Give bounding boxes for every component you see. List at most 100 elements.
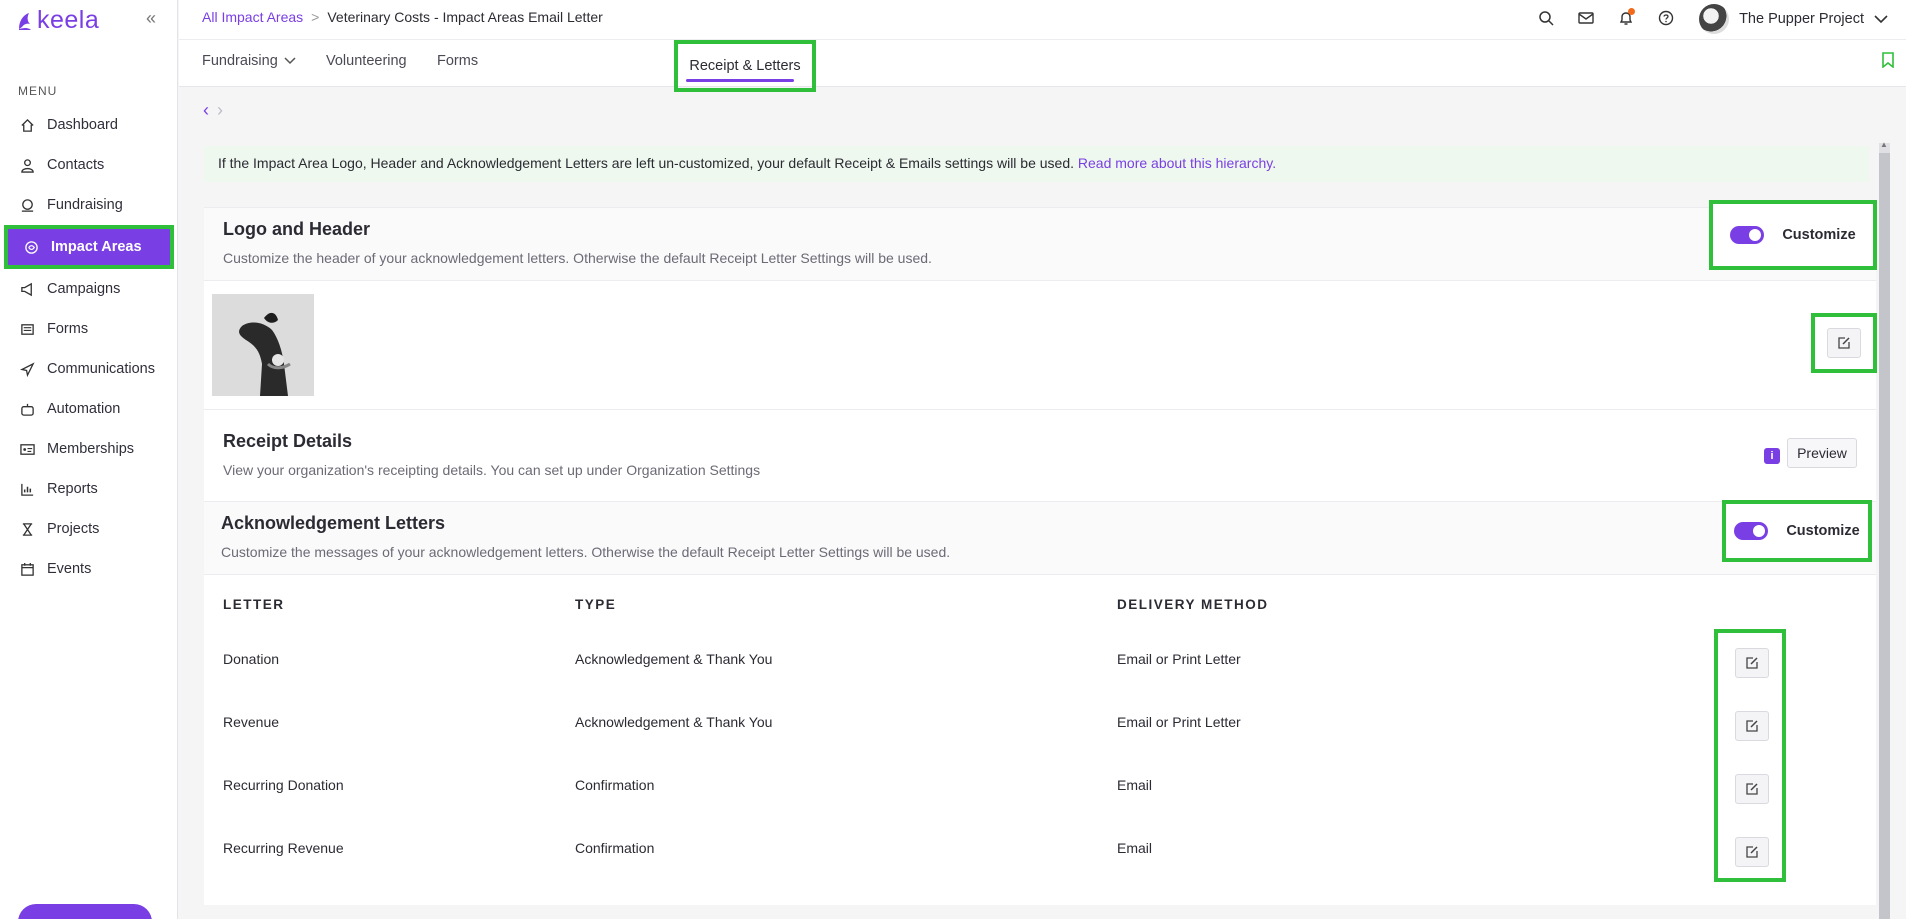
tab-volunteering[interactable]: Volunteering xyxy=(326,53,407,69)
sidebar-item-automation[interactable]: Automation xyxy=(0,389,178,429)
sidebar-item-label: Memberships xyxy=(47,441,135,457)
ack-letters-description: Customize the messages of your acknowled… xyxy=(221,544,951,560)
sidebar-item-forms[interactable]: Forms xyxy=(0,309,178,349)
edit-recurring-revenue-letter-button[interactable] xyxy=(1735,837,1769,867)
type-cell: Confirmation xyxy=(575,777,655,793)
chevron-down-icon xyxy=(284,57,296,65)
edit-icon xyxy=(1746,657,1758,669)
sidebar-item-communications[interactable]: Communications xyxy=(0,349,178,389)
info-banner-text: If the Impact Area Logo, Header and Ackn… xyxy=(218,155,1078,171)
edit-recurring-donation-letter-button[interactable] xyxy=(1735,774,1769,804)
preview-button[interactable]: Preview xyxy=(1787,438,1857,468)
info-banner: If the Impact Area Logo, Header and Ackn… xyxy=(204,146,1869,182)
logo-header-section: Logo and Header Customize the header of … xyxy=(204,207,1876,281)
edit-donation-letter-button[interactable] xyxy=(1735,648,1769,678)
letters-table xyxy=(204,575,1876,905)
bell-icon[interactable] xyxy=(1616,8,1636,28)
letter-cell: Recurring Revenue xyxy=(223,840,344,856)
chevron-right-icon[interactable]: › xyxy=(217,100,223,121)
ack-letters-customize-toggle[interactable] xyxy=(1734,522,1769,540)
sidebar-item-label: Projects xyxy=(47,521,100,537)
search-icon[interactable] xyxy=(1536,8,1556,28)
chevron-left-icon[interactable]: ‹ xyxy=(203,100,209,121)
letter-cell: Revenue xyxy=(223,714,280,730)
logo-preview-card xyxy=(204,281,1876,409)
mail-icon[interactable] xyxy=(1576,8,1596,28)
breadcrumb-parent-link[interactable]: All Impact Areas xyxy=(202,9,303,25)
delivery-cell: Email xyxy=(1117,777,1153,793)
hand-heart-icon xyxy=(24,240,39,255)
robot-icon xyxy=(20,402,35,417)
column-header-letter: LETTER xyxy=(223,597,285,612)
breadcrumb-separator: > xyxy=(311,9,320,25)
edit-icon xyxy=(1838,337,1850,349)
type-cell: Acknowledgement & Thank You xyxy=(575,714,773,730)
active-tab-underline xyxy=(686,79,794,82)
tab-fundraising[interactable]: Fundraising xyxy=(202,53,296,69)
edit-logo-button[interactable] xyxy=(1827,328,1861,358)
sidebar-item-label: Events xyxy=(47,561,92,577)
tab-fundraising-label: Fundraising xyxy=(202,53,278,69)
sidebar-item-impact-areas[interactable]: Impact Areas xyxy=(4,225,174,269)
letter-cell: Donation xyxy=(223,651,280,667)
hourglass-icon xyxy=(20,522,35,537)
receipt-details-description: View your organization's receipting deta… xyxy=(223,462,761,478)
sidebar-item-label: Campaigns xyxy=(47,281,121,297)
sidebar-item-label: Dashboard xyxy=(47,117,118,133)
breadcrumb: All Impact Areas > Veterinary Costs - Im… xyxy=(202,9,603,25)
megaphone-icon xyxy=(20,282,35,297)
top-icons xyxy=(1536,8,1676,28)
sidebar-item-memberships[interactable]: Memberships xyxy=(0,429,178,469)
tab-forms-label: Forms xyxy=(437,53,479,69)
edit-icon xyxy=(1746,846,1758,858)
edit-revenue-letter-button[interactable] xyxy=(1735,711,1769,741)
delivery-cell: Email xyxy=(1117,840,1153,856)
ack-letters-section: Acknowledgement Letters Customize the me… xyxy=(204,501,1876,575)
delivery-cell: Email or Print Letter xyxy=(1117,651,1241,667)
hierarchy-link[interactable]: Read more about this hierarchy. xyxy=(1078,155,1276,171)
tabs-bar: Fundraising Volunteering Forms Receipt &… xyxy=(179,40,1906,92)
menu-label: MENU xyxy=(18,84,58,98)
ack-letters-customize: Customize xyxy=(1722,500,1872,562)
tab-receipt-letters[interactable]: Receipt & Letters xyxy=(674,40,816,92)
sidebar-item-contacts[interactable]: Contacts xyxy=(0,145,178,185)
column-header-type: TYPE xyxy=(575,597,617,612)
logo-header-description: Customize the header of your acknowledge… xyxy=(223,250,932,266)
tab-receipt-letters-label: Receipt & Letters xyxy=(689,58,801,74)
sidebar-item-projects[interactable]: Projects xyxy=(0,509,178,549)
sidebar-item-reports[interactable]: Reports xyxy=(0,469,178,509)
sidebar-item-label: Automation xyxy=(47,401,121,417)
logo-header-customize-toggle[interactable] xyxy=(1730,226,1765,244)
column-header-delivery: DELIVERY METHOD xyxy=(1117,597,1269,612)
edit-icon xyxy=(1746,720,1758,732)
header-logo-image xyxy=(212,294,314,396)
sidebar-item-campaigns[interactable]: Campaigns xyxy=(0,269,178,309)
receipt-details-title: Receipt Details xyxy=(223,431,353,451)
scroll-up-arrow-icon[interactable]: ▲ xyxy=(1880,140,1888,149)
bar-chart-icon xyxy=(20,482,35,497)
logo-header-title: Logo and Header xyxy=(223,219,371,239)
sidebar-item-label: Communications xyxy=(47,361,155,377)
sidebar-item-dashboard[interactable]: Dashboard xyxy=(0,105,178,145)
scrollbar[interactable] xyxy=(1879,143,1890,919)
keela-logo[interactable]: keela xyxy=(17,6,99,35)
type-cell: Confirmation xyxy=(575,840,655,856)
letter-cell: Recurring Donation xyxy=(223,777,344,793)
scrollbar-thumb[interactable] xyxy=(1879,153,1890,919)
id-card-icon xyxy=(20,442,35,457)
tab-forms[interactable]: Forms xyxy=(437,53,478,69)
help-button[interactable] xyxy=(18,904,152,919)
coin-icon xyxy=(20,198,35,213)
help-icon[interactable] xyxy=(1656,8,1676,28)
top-bar: All Impact Areas > Veterinary Costs - Im… xyxy=(179,0,1906,40)
form-icon xyxy=(20,322,35,337)
sidebar: keela « MENU Dashboard Contacts Fundrais… xyxy=(0,0,178,919)
sidebar-item-events[interactable]: Events xyxy=(0,549,178,589)
org-switcher[interactable]: The Pupper Project xyxy=(1699,4,1888,34)
bookmark-icon[interactable] xyxy=(1882,52,1894,73)
delivery-cell: Email or Print Letter xyxy=(1117,714,1241,730)
sidebar-item-fundraising[interactable]: Fundraising xyxy=(0,185,178,225)
logo-header-customize: Customize xyxy=(1709,200,1877,270)
info-icon[interactable]: i xyxy=(1764,448,1780,464)
collapse-sidebar-icon[interactable]: « xyxy=(146,8,156,29)
